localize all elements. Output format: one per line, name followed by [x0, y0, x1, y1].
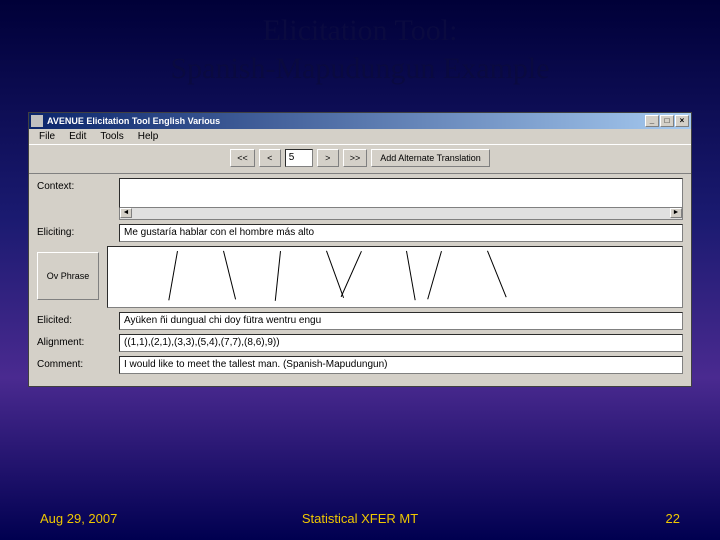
page-number-input[interactable]: 5 [285, 149, 313, 167]
row-context: Context: ◄ ► [37, 178, 683, 220]
menu-edit[interactable]: Edit [63, 130, 92, 143]
row-comment: Comment: I would like to meet the talles… [37, 356, 683, 374]
scroll-right-icon[interactable]: ► [670, 208, 682, 218]
toolbar: << < 5 > >> Add Alternate Translation [29, 144, 691, 174]
nav-first-button[interactable]: << [230, 149, 255, 167]
eliciting-input[interactable]: Me gustaría hablar con el hombre más alt… [119, 224, 683, 242]
alignment-input[interactable]: ((1,1),(2,1),(3,3),(5,4),(7,7),(8,6),9)) [119, 334, 683, 352]
slide-title: Elicitation Tool: Spanish-Mapudungun Exa… [0, 0, 720, 95]
menu-file[interactable]: File [33, 130, 61, 143]
app-icon [31, 115, 43, 127]
window-title: AVENUE Elicitation Tool English Various [47, 116, 645, 126]
app-window: AVENUE Elicitation Tool English Various … [28, 112, 692, 387]
minimize-button[interactable]: _ [645, 115, 659, 127]
elicited-label: Elicited: [37, 312, 119, 326]
footer-page: 22 [666, 511, 680, 526]
slide-footer: Aug 29, 2007 Statistical XFER MT 22 [0, 511, 720, 526]
titlebar: AVENUE Elicitation Tool English Various … [29, 113, 691, 129]
close-button[interactable]: × [675, 115, 689, 127]
menubar: File Edit Tools Help [29, 129, 691, 144]
maximize-button[interactable]: □ [660, 115, 674, 127]
window-controls: _ □ × [645, 115, 689, 127]
context-label: Context: [37, 178, 119, 192]
ov-phrase-button[interactable]: Ov Phrase [37, 252, 99, 300]
row-eliciting: Eliciting: Me gustaría hablar con el hom… [37, 224, 683, 242]
row-elicited: Elicited: Ayüken ñi dungual chi doy fütr… [37, 312, 683, 330]
add-alternate-button[interactable]: Add Alternate Translation [371, 149, 490, 167]
eliciting-label: Eliciting: [37, 224, 119, 238]
row-alignment: Alignment: ((1,1),(2,1),(3,3),(5,4),(7,7… [37, 334, 683, 352]
alignment-canvas[interactable] [107, 246, 683, 308]
context-scrollbar[interactable]: ◄ ► [119, 208, 683, 220]
footer-date: Aug 29, 2007 [40, 511, 117, 526]
nav-last-button[interactable]: >> [343, 149, 368, 167]
scroll-left-icon[interactable]: ◄ [120, 208, 132, 218]
nav-prev-button[interactable]: < [259, 149, 281, 167]
alignment-visual-row: Ov Phrase [37, 246, 683, 308]
alignment-label: Alignment: [37, 334, 119, 348]
footer-center: Statistical XFER MT [302, 511, 418, 526]
menu-help[interactable]: Help [132, 130, 165, 143]
title-line-2: Spanish-Mapudungun Example [170, 52, 549, 85]
title-line-1: Elicitation Tool: [263, 14, 458, 47]
comment-label: Comment: [37, 356, 119, 370]
menu-tools[interactable]: Tools [94, 130, 129, 143]
comment-input[interactable]: I would like to meet the tallest man. (S… [119, 356, 683, 374]
elicited-input[interactable]: Ayüken ñi dungual chi doy fütra wentru e… [119, 312, 683, 330]
form-area: Context: ◄ ► Eliciting: Me gustaría habl… [29, 174, 691, 386]
context-input[interactable] [119, 178, 683, 208]
nav-next-button[interactable]: > [317, 149, 339, 167]
